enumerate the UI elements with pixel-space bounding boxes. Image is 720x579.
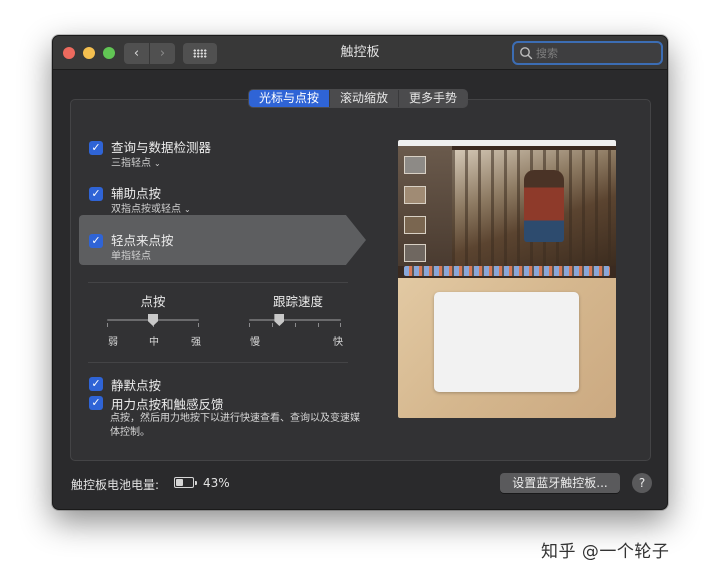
tracking-slider-track[interactable] — [249, 319, 341, 321]
tick — [295, 323, 296, 327]
tick — [318, 323, 319, 327]
click-slider-title: 点按 — [140, 294, 166, 309]
preview-trackpad — [434, 292, 579, 392]
battery-nub — [195, 481, 197, 485]
secondary-click-select[interactable]: 双指点按或轻点 ⌄ — [111, 200, 191, 215]
preview-thumbnail — [404, 216, 426, 234]
click-min-label: 弱 — [108, 337, 118, 348]
secondary-click-checkbox[interactable]: ✓ — [89, 187, 103, 201]
search-icon — [520, 47, 533, 60]
preview-desk — [398, 278, 616, 418]
trackpad-preferences-window: ‹ › 触控板 光标与点按 滚动缩放 更多手势 ✓ 查询与数据检测器 三指轻点⌄ — [52, 35, 668, 510]
tab-more-gestures[interactable]: 更多手势 — [399, 90, 467, 107]
tap-to-click-checkbox[interactable]: ✓ — [89, 234, 103, 248]
tap-to-click-sub: 单指轻点 — [111, 251, 151, 262]
battery-label: 触控板电池电量: — [71, 478, 160, 492]
click-mid-label: 中 — [149, 337, 159, 348]
search-field[interactable] — [512, 41, 663, 65]
setup-bluetooth-trackpad-button[interactable]: 设置蓝牙触控板... — [500, 473, 620, 493]
search-input[interactable] — [536, 45, 656, 61]
chevron-down-icon: ⌄ — [184, 205, 191, 214]
preview-thumbnail — [404, 244, 426, 262]
tab-scroll-zoom[interactable]: 滚动缩放 — [330, 90, 400, 107]
lookup-gesture-value: 三指轻点 — [111, 158, 151, 169]
divider — [88, 282, 348, 283]
preview-thumbnail — [404, 156, 426, 174]
tracking-max-label: 快 — [333, 337, 343, 348]
lookup-checkbox[interactable]: ✓ — [89, 141, 103, 155]
click-max-label: 强 — [191, 337, 201, 348]
chevron-down-icon: ⌄ — [154, 159, 161, 168]
battery-level-fill — [176, 479, 183, 486]
force-click-label: 用力点按和触感反馈 — [111, 397, 224, 412]
force-click-description: 点按，然后用力地按下以进行快速查看、查询以及变速媒体控制。 — [110, 413, 360, 438]
lookup-gesture-select[interactable]: 三指轻点 ⌄ — [111, 154, 161, 169]
titlebar: ‹ › 触控板 — [53, 36, 667, 70]
tick — [198, 323, 199, 327]
tab-point-click[interactable]: 光标与点按 — [249, 90, 331, 107]
preview-person — [524, 170, 564, 242]
silent-clicking-checkbox[interactable]: ✓ — [89, 377, 103, 391]
gesture-preview-video — [398, 140, 616, 418]
tracking-slider-title: 跟踪速度 — [272, 294, 323, 309]
secondary-click-value: 双指点按或轻点 — [111, 204, 181, 215]
preview-photo — [452, 150, 616, 266]
force-click-checkbox[interactable]: ✓ — [89, 396, 103, 410]
tick — [249, 323, 250, 327]
watermark: 知乎 @一个轮子 — [541, 542, 670, 562]
preview-dock — [404, 266, 610, 276]
preview-thumbnail — [404, 186, 426, 204]
help-button[interactable]: ? — [632, 473, 652, 493]
preview-screen — [398, 140, 616, 278]
tab-bar: 光标与点按 滚动缩放 更多手势 — [248, 89, 469, 108]
battery-percent: 43% — [203, 476, 230, 490]
tracking-min-label: 慢 — [250, 337, 260, 348]
tick — [340, 323, 341, 327]
preview-sidebar — [398, 146, 452, 266]
tick — [107, 323, 108, 327]
tick — [272, 323, 273, 327]
silent-clicking-label: 静默点按 — [111, 378, 162, 393]
battery-icon — [174, 477, 197, 488]
divider — [88, 362, 348, 363]
